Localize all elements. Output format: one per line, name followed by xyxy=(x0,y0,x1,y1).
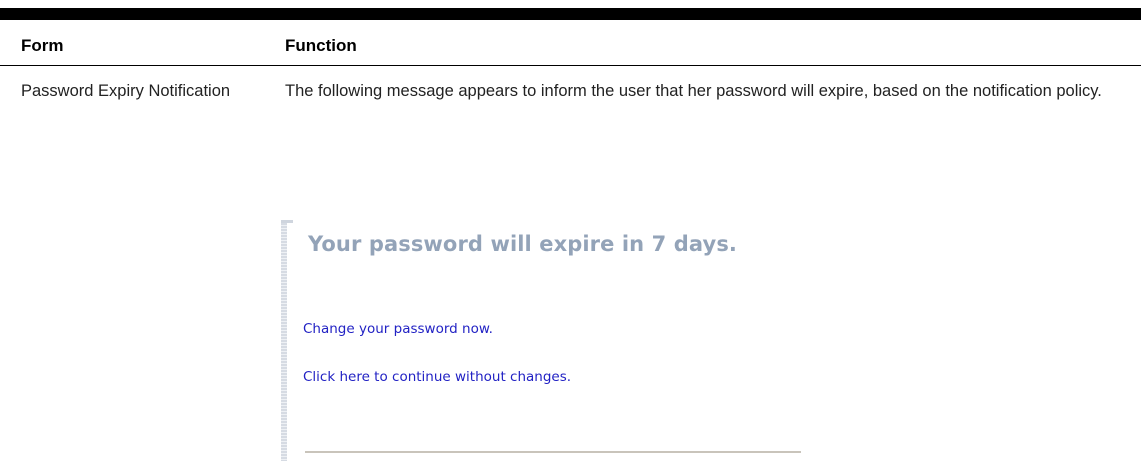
screenshot-bottom-rule xyxy=(305,451,801,453)
continue-without-changes-link[interactable]: Click here to continue without changes. xyxy=(303,369,571,385)
function-cell: The following message appears to inform … xyxy=(285,82,1102,100)
header-form: Form xyxy=(21,36,64,55)
notification-screenshot: Your password will expire in 7 days. Cha… xyxy=(281,220,841,461)
form-cell: Password Expiry Notification xyxy=(21,82,231,100)
screenshot-corner xyxy=(281,220,293,223)
screenshot-left-edge xyxy=(281,220,287,461)
table-top-rule xyxy=(0,8,1141,20)
documentation-table: Form Function Password Expiry Notificati… xyxy=(0,0,1141,461)
header-function: Function xyxy=(285,36,357,55)
change-password-link[interactable]: Change your password now. xyxy=(303,321,493,337)
notification-title: Your password will expire in 7 days. xyxy=(308,232,737,256)
table-header-row: Form Function xyxy=(0,20,1141,64)
